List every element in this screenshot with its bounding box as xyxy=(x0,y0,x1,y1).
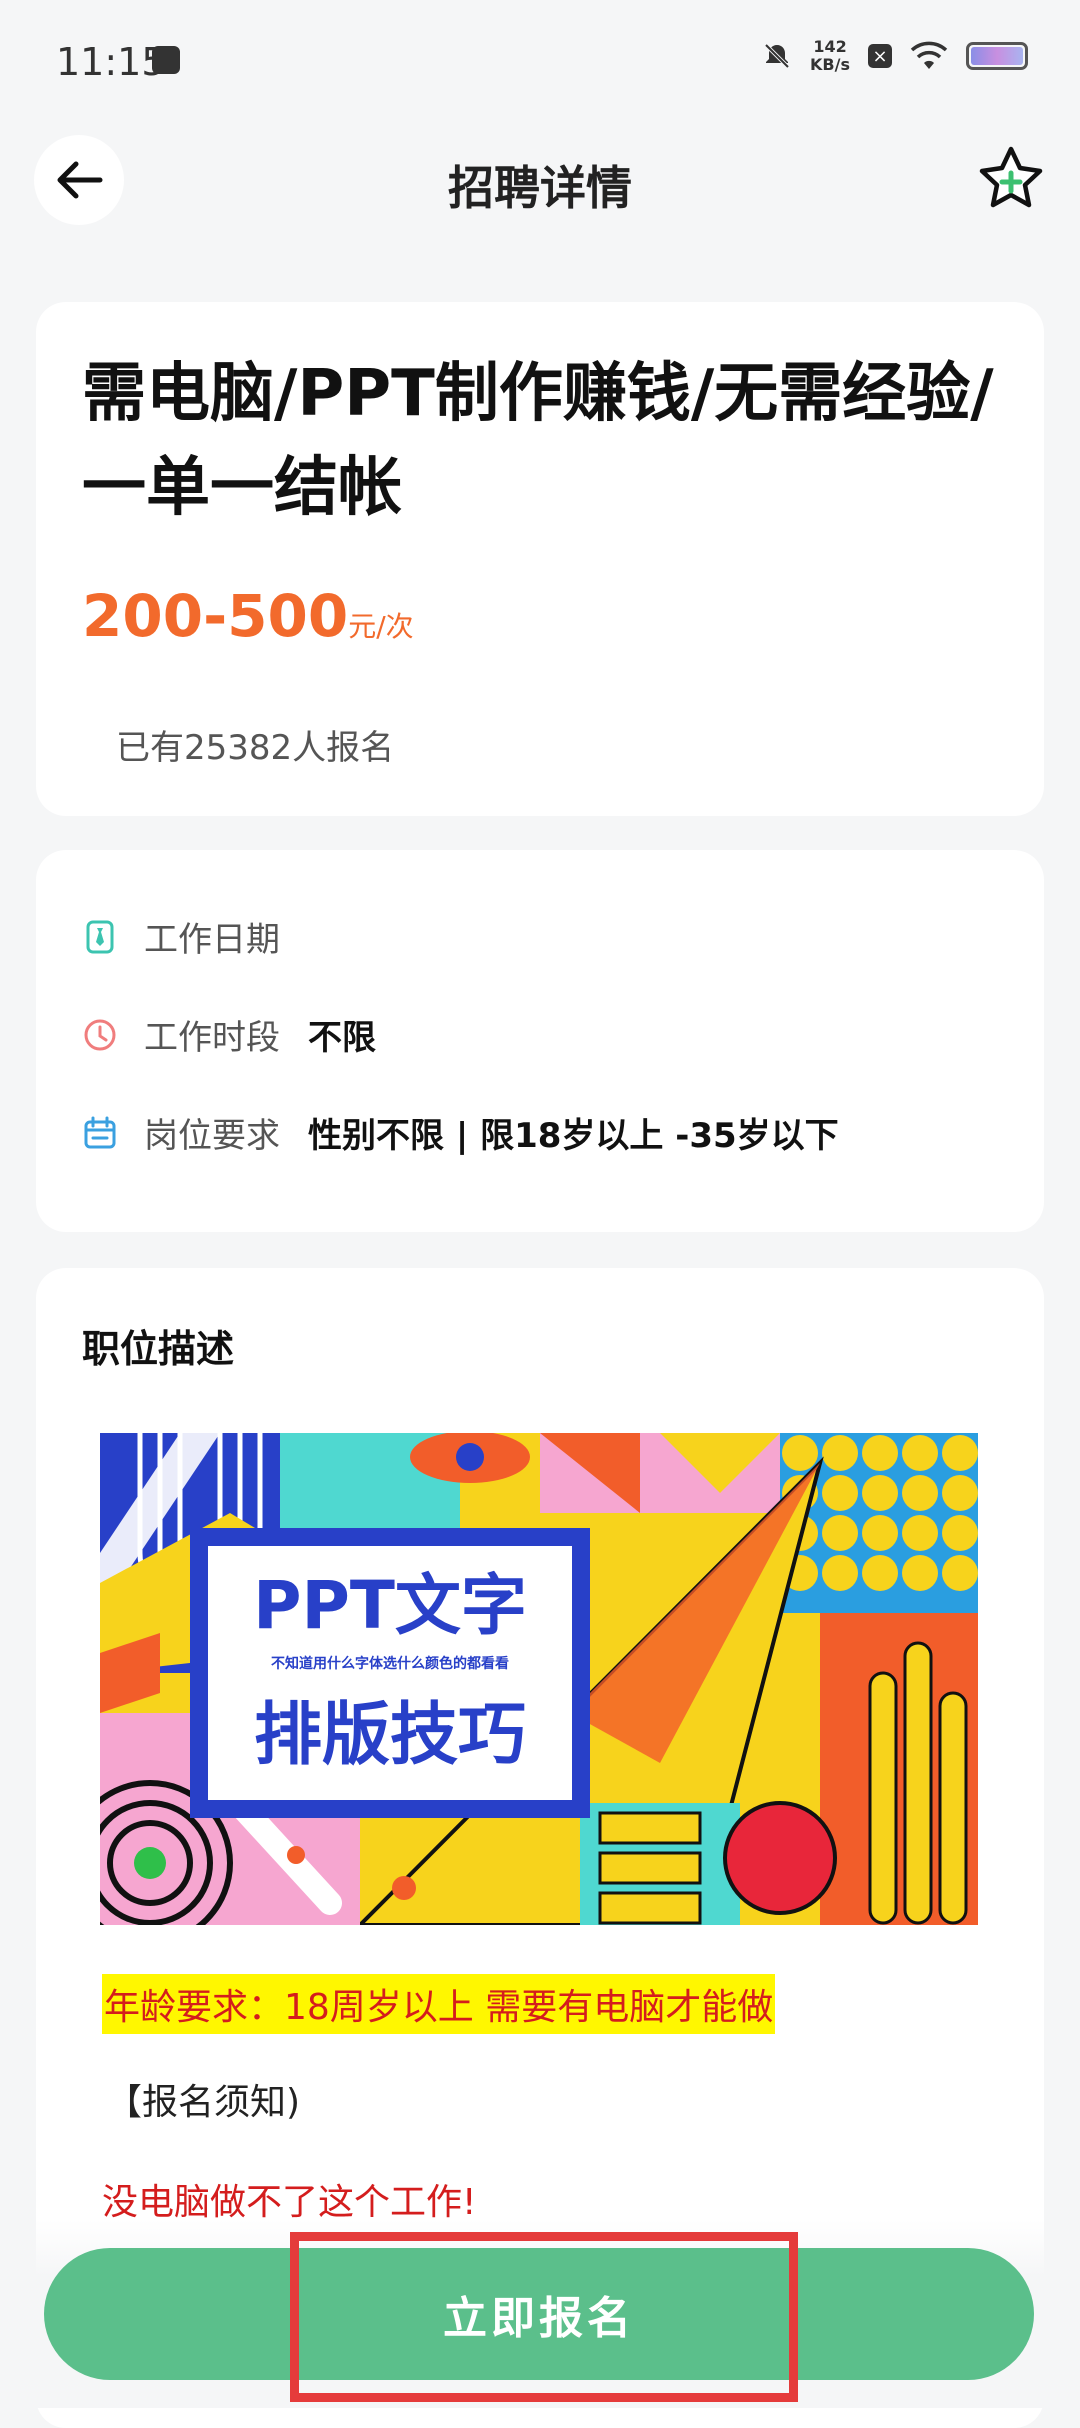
network-speed: 142 KB/s xyxy=(810,38,850,74)
star-plus-icon[interactable] xyxy=(976,144,1046,214)
info-row-requirement: 岗位要求 性别不限 | 限18岁以上 -35岁以下 xyxy=(82,1108,839,1157)
status-icons: 142 KB/s × xyxy=(762,38,1028,74)
applicant-count: 已有25382人报名 xyxy=(116,728,395,768)
job-title: 需电脑/PPT制作赚钱/无需经验/一单一结帐 xyxy=(82,357,994,525)
section-title: 职位描述 xyxy=(82,1327,235,1371)
header: 招聘详情 xyxy=(0,130,1080,230)
job-summary-card: 需电脑/PPT制作赚钱/无需经验/一单一结帐 200-500元/次 已有2538… xyxy=(36,302,1044,816)
banner-line3: 排版技巧 xyxy=(254,1696,526,1775)
job-info-card: 工作日期 工作时段 不限 岗位要求 性别不限 | 限18岁以上 -35岁以下 xyxy=(36,850,1044,1232)
promo-banner-image: PPT文字 不知道用什么字体选什么颜色的都看看 排版技巧 xyxy=(100,1433,978,1925)
page-title: 招聘详情 xyxy=(448,161,632,215)
network-speed-value: 142 xyxy=(813,37,847,56)
info-value: 不限 xyxy=(308,1018,376,1058)
info-value: 性别不限 | 限18岁以上 -35岁以下 xyxy=(308,1116,839,1156)
battery-icon xyxy=(966,42,1028,70)
wifi-icon xyxy=(910,41,948,69)
apply-now-button[interactable]: 立即报名 xyxy=(44,2248,1034,2380)
battery-level xyxy=(971,47,1023,65)
notice-heading: 【报名须知) xyxy=(106,2082,301,2123)
message-icon xyxy=(152,46,180,74)
info-row-date: 工作日期 xyxy=(82,912,308,961)
info-label: 岗位要求 xyxy=(144,1116,280,1156)
info-label: 工作时段 xyxy=(144,1018,280,1058)
tie-icon xyxy=(86,920,114,953)
calendar-icon xyxy=(84,1116,116,1148)
salary: 200-500元/次 xyxy=(82,582,414,650)
info-label: 工作日期 xyxy=(144,920,280,960)
banner-line2: 不知道用什么字体选什么颜色的都看看 xyxy=(271,1655,509,1672)
network-speed-unit: KB/s xyxy=(810,55,850,74)
info-row-time: 工作时段 不限 xyxy=(82,1010,376,1059)
computer-requirement: 没电脑做不了这个工作! xyxy=(102,2182,477,2223)
status-time: 11:15 xyxy=(56,40,166,84)
salary-unit: 元/次 xyxy=(348,610,414,643)
salary-range: 200-500 xyxy=(82,582,349,650)
close-box-icon: × xyxy=(868,44,892,68)
status-bar: 11:15 142 KB/s × xyxy=(0,0,1080,120)
mute-bell-icon xyxy=(764,43,790,69)
clock-icon xyxy=(84,1019,116,1050)
banner-line1: PPT文字 xyxy=(253,1567,527,1644)
age-requirement: 年龄要求：18周岁以上 需要有电脑才能做 xyxy=(102,1974,776,2034)
